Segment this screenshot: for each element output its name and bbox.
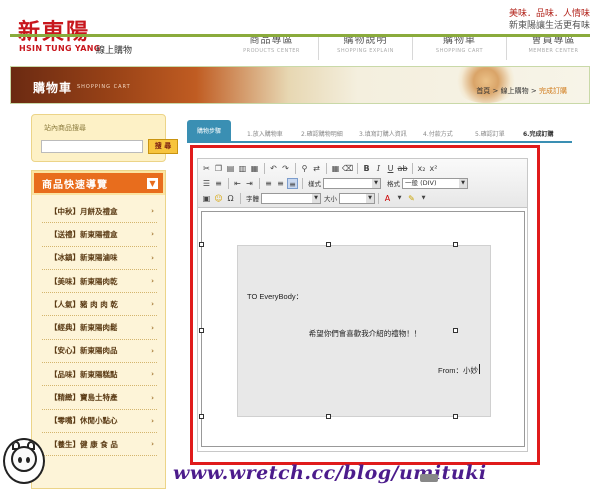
logo[interactable]: 新東陽 [18,14,90,46]
breadcrumb-home[interactable]: 首頁 [476,87,490,95]
step-tab-header: 購物步驟 [187,120,231,143]
quick-nav-item[interactable]: 【零嘴】休閒小點心 › [42,410,157,433]
quick-nav-item[interactable]: 【養生】健 康 食 品 › [42,433,157,457]
checkout-steps: 購物步驟 1.放入購物車 2.確認購物明細 3.填寫訂購人資訊 4.付款方式 5… [187,120,572,143]
mascot-logo [3,438,45,484]
quick-nav-item-label: 【精緻】寶島土特產 [50,393,118,403]
slogan-line2: 新東陽讓生活更有味 [508,21,590,31]
submit-button[interactable] [420,474,438,482]
nav-shopping-explain[interactable]: 購物說明 SHOPPING EXPLAIN [318,34,412,60]
chevron-right-icon: › [151,370,154,379]
quick-nav-header[interactable]: 商品快速導覽 ▼ [32,171,165,195]
search-input[interactable] [41,140,143,153]
quick-nav-item[interactable]: 【美味】新東陽肉乾 › [42,270,157,294]
quick-nav-title: 商品快速導覽 [42,179,108,191]
quick-nav-item[interactable]: 【中秋】月餅及禮盒 › [42,200,157,224]
quick-nav-panel: 商品快速導覽 ▼ 【中秋】月餅及禮盒 › 【送禮】新東陽禮盒 › 【冰鎮】新東陽滷味… [31,170,166,489]
quick-nav-item-label: 【經典】新東陽肉鬆 [50,323,118,333]
quick-nav-item[interactable]: 【安心】新東陽肉品 › [42,340,157,364]
chevron-right-icon: › [151,393,154,402]
chevron-down-icon[interactable]: ▼ [147,177,158,189]
page-title: 購物車 [33,81,73,95]
breadcrumb-separator: > [492,87,499,95]
chevron-right-icon: › [151,416,154,425]
page-banner: 購物車 SHOPPING CART 首頁 > 線上購物 > 完成訂購 [10,66,590,104]
quick-nav-item[interactable]: 【經典】新東陽肉鬆 › [42,316,157,340]
quick-nav-item-label: 【品味】新東陽糕點 [50,369,118,379]
main-nav: 商品專區 PRODUCTS CENTER 購物說明 SHOPPING EXPLA… [225,34,600,60]
chevron-right-icon: › [151,230,154,239]
quick-nav-item-label: 【零嘴】休閒小點心 [50,416,118,426]
logo-english: HSIN TUNG YANG [19,44,101,53]
step-confirm-details: 2.確認購物明細 [301,131,343,138]
breadcrumb-section[interactable]: 線上購物 [501,87,529,95]
step-payment: 4.付款方式 [423,131,453,138]
banner-divider [10,34,590,37]
slogan: 美味．品味．人情味 新東陽讓生活更有味 [509,8,590,32]
watermark: www.wretch.cc/blog/umituki [173,462,487,484]
nav-products-sub: PRODUCTS CENTER [243,48,300,54]
nav-cart[interactable]: 購物車 SHOPPING CART [412,34,506,60]
step-complete: 6.完成訂購 [523,131,554,138]
mascot-eye [18,457,22,463]
quick-nav-item-label: 【送禮】新東陽禮盒 [50,229,118,239]
mascot-face [11,446,37,472]
quick-nav-list: 【中秋】月餅及禮盒 › 【送禮】新東陽禮盒 › 【冰鎮】新東陽滷味 › 【美味】新東陽… [32,195,165,457]
quick-nav-item-label: 【冰鎮】新東陽滷味 [50,253,118,263]
quick-nav-item[interactable]: 【人氣】豬 肉 肉 乾 › [42,293,157,317]
nav-member-sub: MEMBER CENTER [528,48,579,54]
logo-subtitle: 線上購物 [96,46,133,56]
chevron-right-icon: › [151,207,154,216]
step-add-to-cart: 1.放入購物車 [247,131,283,138]
chevron-right-icon: › [151,300,154,309]
quick-nav-item[interactable]: 【品味】新東陽糕點 › [42,363,157,387]
chevron-right-icon: › [151,277,154,286]
search-button[interactable]: 搜 尋 [148,139,178,154]
search-label: 站內商品搜尋 [44,124,86,132]
quick-nav-item[interactable]: 【冰鎮】新東陽滷味 › [42,247,157,270]
step-confirm-order: 5.確認訂單 [475,131,505,138]
chevron-right-icon: › [151,440,154,449]
step-buyer-info: 3.填寫訂購人資訊 [359,131,407,138]
quick-nav-item-label: 【安心】新東陽肉品 [50,346,118,356]
quick-nav-item-label: 【美味】新東陽肉乾 [50,276,118,286]
site-header: 新東陽 HSIN TUNG YANG 線上購物 美味．品味．人情味 新東陽讓生活… [0,0,600,62]
nav-cart-sub: SHOPPING CART [435,48,484,54]
mascot-eye [26,457,30,463]
highlight-annotation-box [190,145,540,465]
chevron-right-icon: › [151,253,154,262]
breadcrumb-separator: > [530,87,537,95]
nav-member[interactable]: 會員專區 MEMBER CENTER [506,34,600,60]
breadcrumb: 首頁 > 線上購物 > 完成訂購 [476,86,567,96]
site-search: 站內商品搜尋 搜 尋 [31,114,178,162]
quick-nav-item-label: 【養生】健 康 食 品 [50,439,118,449]
chevron-right-icon: › [151,346,154,355]
quick-nav-item[interactable]: 【精緻】寶島土特產 › [42,386,157,410]
quick-nav-item-label: 【中秋】月餅及禮盒 [50,206,118,216]
chevron-right-icon: › [151,323,154,332]
breadcrumb-current: 完成訂購 [539,87,567,95]
nav-products[interactable]: 商品專區 PRODUCTS CENTER [225,34,318,60]
tea-cup-image [451,67,521,103]
slogan-line1: 美味．品味．人情味 [508,9,590,19]
nav-shopping-explain-sub: SHOPPING EXPLAIN [337,48,394,54]
quick-nav-item-label: 【人氣】豬 肉 肉 乾 [50,299,118,309]
page-title-english: SHOPPING CART [77,84,131,90]
quick-nav-item[interactable]: 【送禮】新東陽禮盒 › [42,223,157,247]
